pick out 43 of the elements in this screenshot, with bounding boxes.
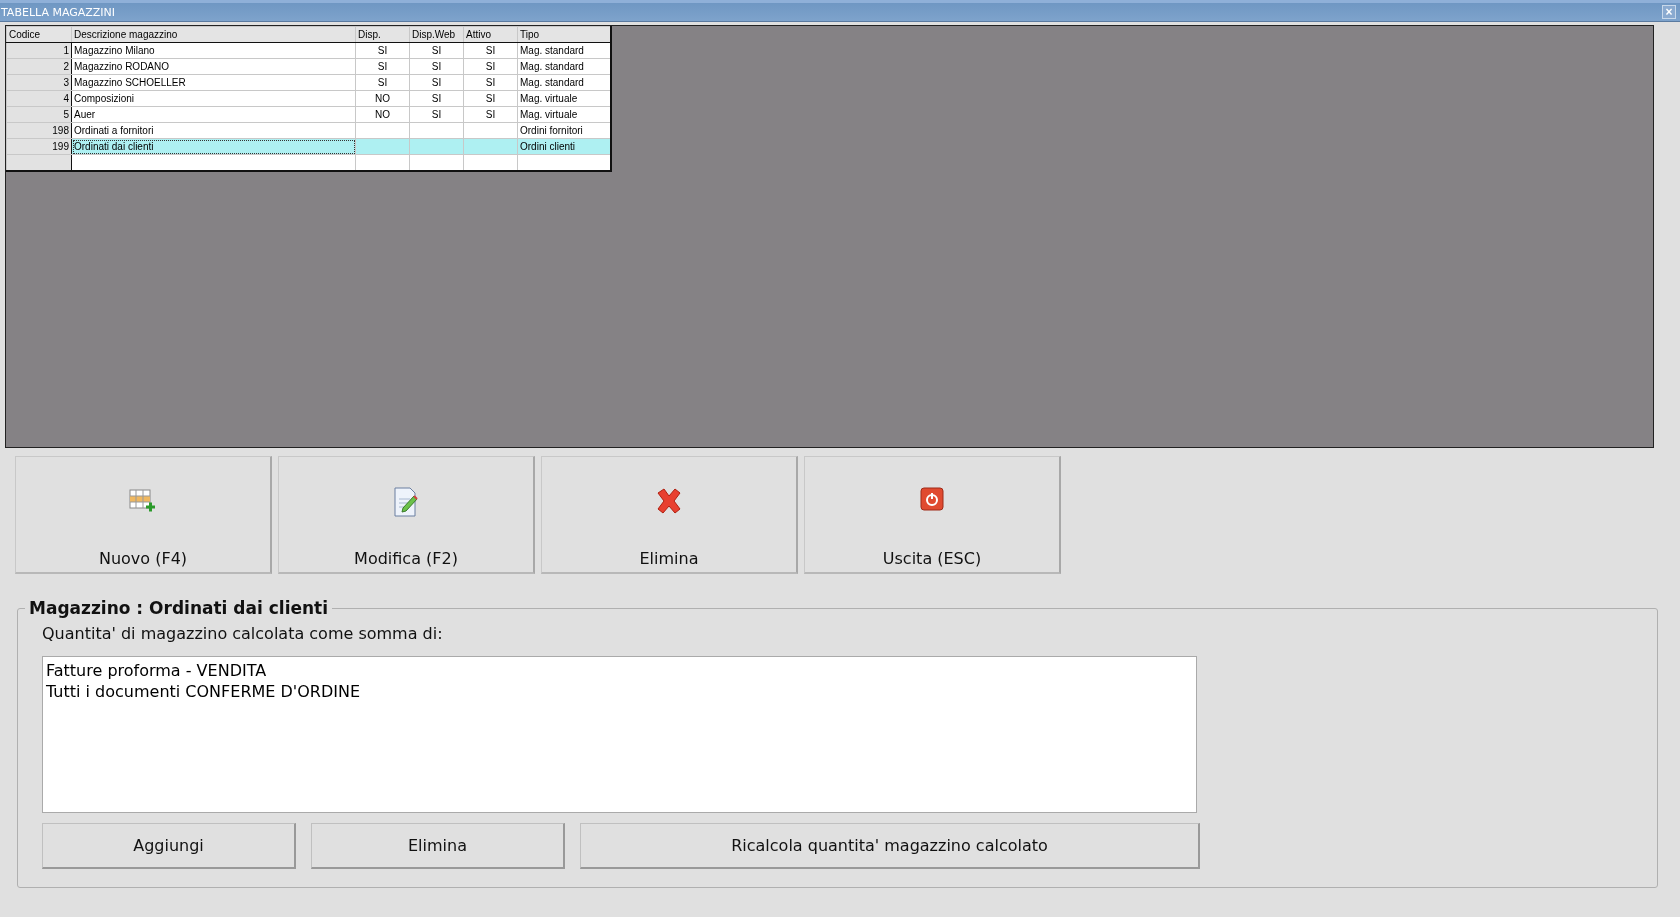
table-cell: SI	[409, 90, 464, 107]
table-cell: SI	[409, 74, 464, 91]
table-cell: SI	[409, 42, 464, 59]
table-cell: SI	[463, 58, 518, 75]
toolbar-button[interactable]: Nuovo (F4)	[15, 456, 272, 574]
table-cell: NO	[355, 90, 410, 107]
table-cell: SI	[463, 74, 518, 91]
column-header[interactable]: Descrizione magazzino	[71, 26, 356, 43]
grid-add-icon	[129, 487, 157, 515]
table-cell: Magazzino SCHOELLER	[71, 74, 356, 91]
caption-text: Quantita' di magazzino calcolata come somma di:	[42, 624, 444, 643]
table-cell: SI	[409, 58, 464, 75]
table-cell: SI	[463, 42, 518, 59]
table-cell: Composizioni	[71, 90, 356, 107]
table-cell: SI	[463, 90, 518, 107]
window-title: TABELLA MAGAZZINI	[0, 5, 116, 19]
action-button[interactable]: Elimina	[311, 823, 565, 869]
toolbar-button[interactable]: Modifica (F2)	[278, 456, 535, 574]
action-button[interactable]: Ricalcola quantita' magazzino calcolato	[580, 823, 1200, 869]
table-cell: SI	[355, 58, 410, 75]
column-header[interactable]: Codice	[6, 26, 72, 43]
column-header[interactable]: Attivo	[463, 26, 518, 43]
toolbar-button[interactable]: Elimina	[541, 456, 798, 574]
table-cell: SI	[355, 42, 410, 59]
table-cell: SI	[463, 106, 518, 123]
table-cell: NO	[355, 106, 410, 123]
table-cell: Ordinati a fornitori	[71, 122, 356, 139]
group-title: Magazzino : Ordinati dai clienti	[28, 598, 330, 618]
table-cell: SI	[355, 74, 410, 91]
power-icon	[920, 487, 944, 511]
action-button[interactable]: Aggiungi	[42, 823, 296, 869]
column-header[interactable]: Tipo	[517, 26, 611, 43]
list-item[interactable]: Tutti i documenti CONFERME D'ORDINE	[46, 681, 1193, 702]
toolbar-button[interactable]: Uscita (ESC)	[804, 456, 1061, 574]
column-header[interactable]: Disp.Web	[409, 26, 464, 43]
column-header[interactable]: Disp.	[355, 26, 410, 43]
list-item[interactable]: Fatture proforma - VENDITA	[46, 660, 1193, 681]
table-cell: Magazzino RODANO	[71, 58, 356, 75]
list-box[interactable]: Fatture proforma - VENDITA Tutti i documenti CONFERME D'ORDINE	[42, 656, 1197, 813]
table-cell: Magazzino Milano	[71, 42, 356, 59]
table-cell: SI	[409, 106, 464, 123]
document-pencil-icon	[392, 487, 420, 517]
table-cell: Auer	[71, 106, 356, 123]
